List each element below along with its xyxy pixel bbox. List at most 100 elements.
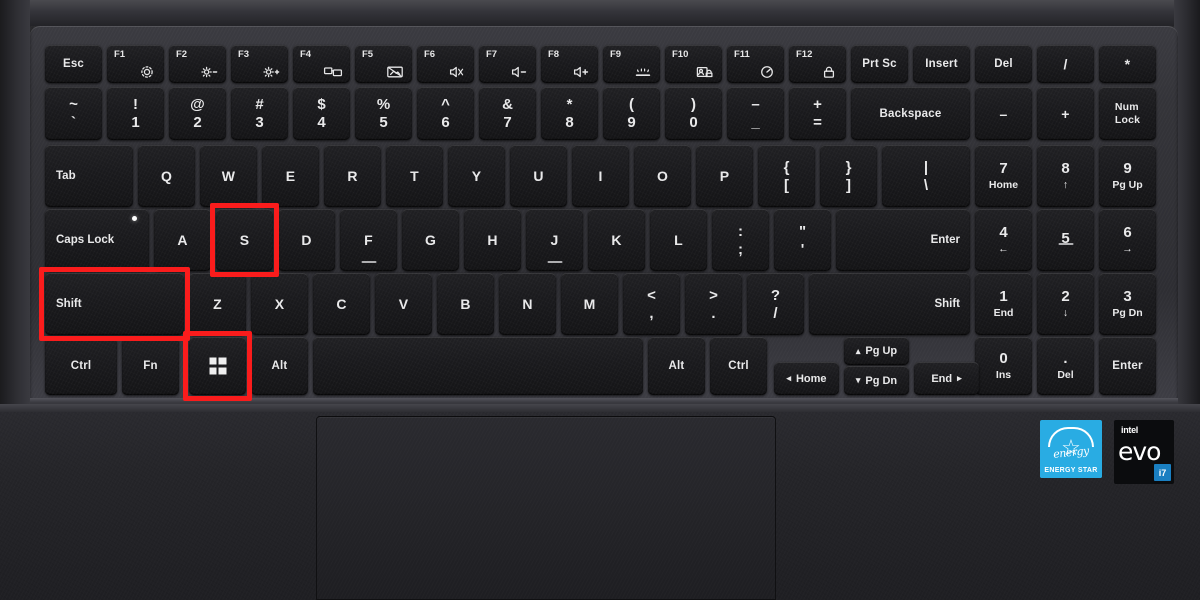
- key-u[interactable]: U: [510, 145, 567, 207]
- key-y[interactable]: Y: [448, 145, 505, 207]
- numpad-digit: 2: [1061, 288, 1070, 306]
- key-insert[interactable]: Insert: [913, 45, 970, 83]
- key-7[interactable]: & 7: [479, 87, 536, 140]
- key-4[interactable]: $4: [293, 87, 350, 140]
- key-f11[interactable]: F11: [727, 45, 784, 83]
- key-f1[interactable]: F1: [107, 45, 164, 83]
- key-f[interactable]: F: [340, 209, 397, 271]
- key-numlock[interactable]: Num Lock: [1099, 87, 1156, 140]
- key-fn[interactable]: Fn: [122, 337, 179, 395]
- key-p[interactable]: P: [696, 145, 753, 207]
- key-arrow-down[interactable]: ▾ Pg Dn: [844, 366, 909, 395]
- key-np6[interactable]: 6 →: [1099, 209, 1156, 271]
- key-esc[interactable]: Esc: [45, 45, 102, 83]
- key-1[interactable]: ! 1: [107, 87, 164, 140]
- key-f12[interactable]: F12: [789, 45, 846, 83]
- key-5[interactable]: % 5: [355, 87, 412, 140]
- key-np2[interactable]: 2 ↓: [1037, 273, 1094, 335]
- key-f6[interactable]: F6: [417, 45, 474, 83]
- key-e[interactable]: E: [262, 145, 319, 207]
- key-numpad-multiply[interactable]: *: [1099, 45, 1156, 83]
- key-tab[interactable]: Tab: [45, 145, 133, 207]
- key-ctrl-right[interactable]: Ctrl: [710, 337, 767, 395]
- key-arrow-right[interactable]: End ▸: [914, 362, 979, 395]
- key-alt-left[interactable]: Alt: [251, 337, 308, 395]
- key-c[interactable]: C: [313, 273, 370, 335]
- key-slash[interactable]: ? /: [747, 273, 804, 335]
- key-semicolon[interactable]: :;: [712, 209, 769, 271]
- key-j[interactable]: J: [526, 209, 583, 271]
- key-del[interactable]: Del: [975, 45, 1032, 83]
- key-numpad-plus[interactable]: +: [1037, 87, 1094, 140]
- key-x[interactable]: X: [251, 273, 308, 335]
- key-9[interactable]: (9: [603, 87, 660, 140]
- key-s[interactable]: S: [216, 209, 273, 271]
- key-np-period[interactable]: . Del: [1037, 337, 1094, 395]
- key-g[interactable]: G: [402, 209, 459, 271]
- key-np4[interactable]: 4 ←: [975, 209, 1032, 271]
- key-shift-legend: %: [376, 96, 391, 113]
- key-numpad-divide[interactable]: /: [1037, 45, 1094, 83]
- key-0[interactable]: ) 0: [665, 87, 722, 140]
- key-f3[interactable]: F3: [231, 45, 288, 83]
- key-h[interactable]: H: [464, 209, 521, 271]
- key-ctrl-left[interactable]: Ctrl: [45, 337, 117, 395]
- key-f10[interactable]: F10: [665, 45, 722, 83]
- trackpad[interactable]: [316, 416, 776, 600]
- key-prtsc[interactable]: Prt Sc: [851, 45, 908, 83]
- key-6[interactable]: ^ 6: [417, 87, 474, 140]
- key-i[interactable]: I: [572, 145, 629, 207]
- key-b[interactable]: B: [437, 273, 494, 335]
- key-alt-right[interactable]: Alt: [648, 337, 705, 395]
- key-shift-left[interactable]: Shift: [45, 273, 184, 335]
- key-bracket-left[interactable]: {[: [758, 145, 815, 207]
- key-l[interactable]: L: [650, 209, 707, 271]
- key-enter[interactable]: Enter: [836, 209, 970, 271]
- key-v[interactable]: V: [375, 273, 432, 335]
- key-np9[interactable]: 9 Pg Up: [1099, 145, 1156, 207]
- key-r[interactable]: R: [324, 145, 381, 207]
- key-2[interactable]: @2: [169, 87, 226, 140]
- key-np0[interactable]: 0 Ins: [975, 337, 1032, 395]
- key-comma[interactable]: <,: [623, 273, 680, 335]
- key-arrow-left[interactable]: ◂ Home: [774, 362, 839, 395]
- key-shift-right[interactable]: Shift: [809, 273, 970, 335]
- key-d[interactable]: D: [278, 209, 335, 271]
- key-q[interactable]: Q: [138, 145, 195, 207]
- key-np-enter[interactable]: Enter: [1099, 337, 1156, 395]
- key-quote[interactable]: " ': [774, 209, 831, 271]
- key-numpad-minus[interactable]: –: [975, 87, 1032, 140]
- key-f4[interactable]: F4: [293, 45, 350, 83]
- key-bracket-right[interactable]: }]: [820, 145, 877, 207]
- key-capslock[interactable]: Caps Lock: [45, 209, 149, 271]
- key-arrow-up[interactable]: ▴ Pg Up: [844, 337, 909, 365]
- key-backspace[interactable]: Backspace: [851, 87, 970, 140]
- key-backslash[interactable]: | \: [882, 145, 970, 207]
- key-np7[interactable]: 7 Home: [975, 145, 1032, 207]
- key-equal[interactable]: + =: [789, 87, 846, 140]
- key-f5[interactable]: F5: [355, 45, 412, 83]
- key-8[interactable]: * 8: [541, 87, 598, 140]
- key-f2[interactable]: F2: [169, 45, 226, 83]
- key-backtick[interactable]: ~ `: [45, 87, 102, 140]
- key-period[interactable]: >.: [685, 273, 742, 335]
- key-windows[interactable]: [189, 337, 246, 395]
- key-a[interactable]: A: [154, 209, 211, 271]
- key-m[interactable]: M: [561, 273, 618, 335]
- key-t[interactable]: T: [386, 145, 443, 207]
- key-minus[interactable]: – _: [727, 87, 784, 140]
- key-3[interactable]: #3: [231, 87, 288, 140]
- key-f9[interactable]: F9: [603, 45, 660, 83]
- key-n[interactable]: N: [499, 273, 556, 335]
- key-np1[interactable]: 1 End: [975, 273, 1032, 335]
- key-w[interactable]: W: [200, 145, 257, 207]
- key-space[interactable]: [313, 337, 643, 395]
- key-np5[interactable]: 5: [1037, 209, 1094, 271]
- key-np8[interactable]: 8 ↑: [1037, 145, 1094, 207]
- key-k[interactable]: K: [588, 209, 645, 271]
- key-f8[interactable]: F8: [541, 45, 598, 83]
- key-f7[interactable]: F7: [479, 45, 536, 83]
- key-z[interactable]: Z: [189, 273, 246, 335]
- key-np3[interactable]: 3 Pg Dn: [1099, 273, 1156, 335]
- key-o[interactable]: O: [634, 145, 691, 207]
